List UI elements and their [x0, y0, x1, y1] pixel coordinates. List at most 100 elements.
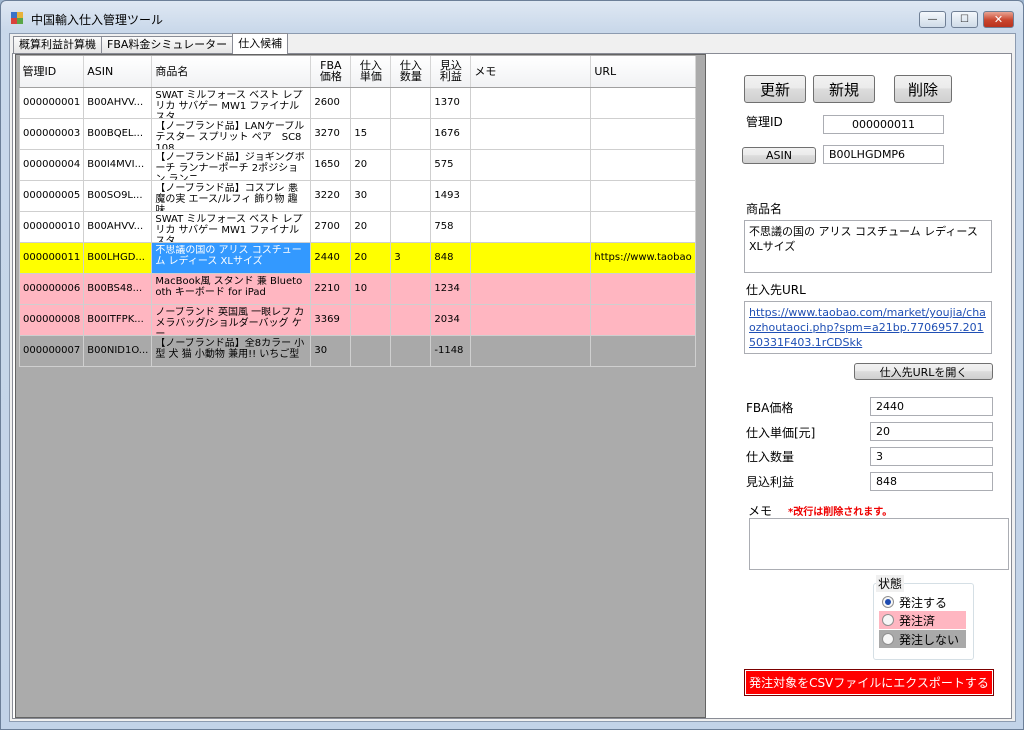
- cell-id[interactable]: 000000006: [18, 272, 85, 305]
- cell-asin[interactable]: B00NID1O...: [83, 334, 153, 367]
- cell-product-name[interactable]: 不思議の国の アリス コスチューム レディース XLサイズ: [151, 241, 312, 274]
- cell-id[interactable]: 000000004: [18, 148, 85, 181]
- cell-quantity[interactable]: [390, 210, 432, 243]
- cell-product-name[interactable]: 【ノーブランド品】全8カラー 小型 犬 猫 小動物 兼用!! いちご型: [151, 334, 312, 367]
- cell-fba-price[interactable]: 3270: [310, 117, 352, 150]
- export-csv-button[interactable]: 発注対象をCSVファイルにエクスポートする: [744, 669, 994, 696]
- cell-url[interactable]: [590, 179, 696, 212]
- cell-unit-price[interactable]: 30: [350, 179, 392, 212]
- cell-quantity[interactable]: [390, 334, 432, 367]
- cell-expected-profit[interactable]: 1234: [430, 272, 472, 305]
- new-button[interactable]: 新規: [813, 75, 875, 103]
- cell-unit-price[interactable]: [350, 303, 392, 336]
- expected-profit-field[interactable]: 848: [870, 472, 993, 491]
- asin-field[interactable]: B00LHGDMP6: [823, 145, 944, 164]
- product-name-field[interactable]: 不思議の国の アリス コスチューム レディース XLサイズ: [744, 220, 992, 273]
- cell-fba-price[interactable]: 3369: [310, 303, 352, 336]
- cell-asin[interactable]: B00ITFPK...: [83, 303, 153, 336]
- cell-memo[interactable]: [470, 117, 592, 150]
- cell-id[interactable]: 000000010: [18, 210, 85, 243]
- open-url-button[interactable]: 仕入先URLを開く: [854, 363, 993, 380]
- supplier-url-field[interactable]: https://www.taobao.com/market/youjia/cha…: [744, 301, 992, 354]
- column-header-url[interactable]: URL: [590, 56, 696, 88]
- cell-unit-price[interactable]: 15: [350, 117, 392, 150]
- cell-asin[interactable]: B00SO9L...: [83, 179, 153, 212]
- column-header-unit-price[interactable]: 仕入 単価: [350, 56, 392, 88]
- cell-expected-profit[interactable]: 848: [430, 241, 472, 274]
- cell-asin[interactable]: B00I4MVI...: [83, 148, 153, 181]
- status-ordered-radio[interactable]: 発注済: [879, 611, 966, 629]
- cell-product-name[interactable]: SWAT ミルフォース ベスト レプリカ サバゲー MW1 ファイナルスタ: [151, 86, 312, 119]
- cell-expected-profit[interactable]: 1676: [430, 117, 472, 150]
- cell-fba-price[interactable]: 2440: [310, 241, 352, 274]
- cell-id[interactable]: 000000008: [18, 303, 85, 336]
- cell-memo[interactable]: [470, 334, 592, 367]
- maximize-button[interactable]: ☐: [951, 11, 978, 28]
- cell-quantity[interactable]: 3: [390, 241, 432, 274]
- table-row[interactable]: 000000001 B00AHVV... SWAT ミルフォース ベスト レプリカ …: [18, 86, 696, 119]
- cell-id[interactable]: 000000011: [18, 241, 85, 274]
- candidate-grid[interactable]: 管理ID ASIN 商品名 FBA 価格 仕入 単価 仕入 数量 見込 利益 メモ URL 00…: [15, 54, 706, 718]
- tab-profit-calculator[interactable]: 概算利益計算機: [13, 36, 102, 54]
- cell-asin[interactable]: B00AHVV...: [83, 210, 153, 243]
- cell-memo[interactable]: [470, 86, 592, 119]
- table-row[interactable]: 000000005 B00SO9L... 【ノーブランド品】コスプレ 悪魔の実 エー…: [18, 179, 696, 212]
- cell-product-name[interactable]: SWAT ミルフォース ベスト レプリカ サバゲー MW1 ファイナルスタ: [151, 210, 312, 243]
- table-row[interactable]: 000000003 B00BQEL... 【ノーブランド品】LANケーブルテスター …: [18, 117, 696, 150]
- cell-fba-price[interactable]: 2600: [310, 86, 352, 119]
- update-button[interactable]: 更新: [744, 75, 806, 103]
- cell-expected-profit[interactable]: 758: [430, 210, 472, 243]
- asin-button[interactable]: ASIN: [742, 147, 816, 164]
- cell-product-name[interactable]: ノーブランド 英国風 一眼レフ カメラバッグ/ショルダーバッグ ケー: [151, 303, 312, 336]
- cell-fba-price[interactable]: 1650: [310, 148, 352, 181]
- table-row[interactable]: 000000004 B00I4MVI... 【ノーブランド品】ジョギングポーチ ラン…: [18, 148, 696, 181]
- column-header-product-name[interactable]: 商品名: [151, 56, 312, 88]
- cell-quantity[interactable]: [390, 272, 432, 305]
- cell-fba-price[interactable]: 30: [310, 334, 352, 367]
- cell-quantity[interactable]: [390, 303, 432, 336]
- cell-quantity[interactable]: [390, 117, 432, 150]
- tab-purchase-candidates[interactable]: 仕入候補: [232, 33, 289, 54]
- cell-id[interactable]: 000000003: [18, 117, 85, 150]
- cell-expected-profit[interactable]: -1148: [430, 334, 472, 367]
- cell-product-name[interactable]: MacBook風 スタンド 兼 Bluetooth キーボード for iPad: [151, 272, 312, 305]
- cell-memo[interactable]: [470, 303, 592, 336]
- status-order-radio[interactable]: 発注する: [879, 593, 966, 611]
- table-row[interactable]: 000000010 B00AHVV... SWAT ミルフォース ベスト レプリカ …: [18, 210, 696, 243]
- cell-expected-profit[interactable]: 1370: [430, 86, 472, 119]
- cell-id[interactable]: 000000005: [18, 179, 85, 212]
- column-header-expected-profit[interactable]: 見込 利益: [430, 56, 472, 88]
- cell-url[interactable]: [590, 210, 696, 243]
- fba-price-field[interactable]: 2440: [870, 397, 993, 416]
- cell-url[interactable]: [590, 86, 696, 119]
- cell-unit-price[interactable]: [350, 86, 392, 119]
- cell-unit-price[interactable]: 20: [350, 148, 392, 181]
- column-header-id[interactable]: 管理ID: [19, 56, 85, 88]
- cell-url[interactable]: [590, 334, 696, 367]
- close-button[interactable]: ✕: [983, 11, 1014, 28]
- cell-quantity[interactable]: [390, 179, 432, 212]
- cell-quantity[interactable]: [390, 86, 432, 119]
- column-header-memo[interactable]: メモ: [470, 56, 592, 88]
- cell-fba-price[interactable]: 2700: [310, 210, 352, 243]
- cell-product-name[interactable]: 【ノーブランド品】ジョギングポーチ ランナーポーチ 2ポジション ランニ: [151, 148, 312, 181]
- minimize-button[interactable]: —: [919, 11, 946, 28]
- cell-unit-price[interactable]: 20: [350, 241, 392, 274]
- cell-unit-price[interactable]: 20: [350, 210, 392, 243]
- cell-id[interactable]: 000000001: [18, 86, 85, 119]
- cell-asin[interactable]: B00BQEL...: [83, 117, 153, 150]
- table-row[interactable]: 000000007 B00NID1O... 【ノーブランド品】全8カラー 小型 犬 …: [18, 334, 696, 367]
- cell-memo[interactable]: [470, 179, 592, 212]
- status-no-order-radio[interactable]: 発注しない: [879, 630, 966, 648]
- unit-price-field[interactable]: 20: [870, 422, 993, 441]
- delete-button[interactable]: 削除: [894, 75, 952, 103]
- cell-memo[interactable]: [470, 272, 592, 305]
- cell-asin[interactable]: B00LHGD...: [83, 241, 153, 274]
- cell-memo[interactable]: [470, 241, 592, 274]
- column-header-fba-price[interactable]: FBA 価格: [310, 56, 352, 88]
- cell-url[interactable]: https://www.taobao: [590, 241, 696, 274]
- tab-fba-simulator[interactable]: FBA料金シミュレーター: [101, 36, 234, 54]
- id-field[interactable]: 000000011: [823, 115, 944, 134]
- table-row[interactable]: 000000008 B00ITFPK... ノーブランド 英国風 一眼レフ カメラバ…: [18, 303, 696, 336]
- cell-product-name[interactable]: 【ノーブランド品】コスプレ 悪魔の実 エース/ルフィ 飾り物 趣味: [151, 179, 312, 212]
